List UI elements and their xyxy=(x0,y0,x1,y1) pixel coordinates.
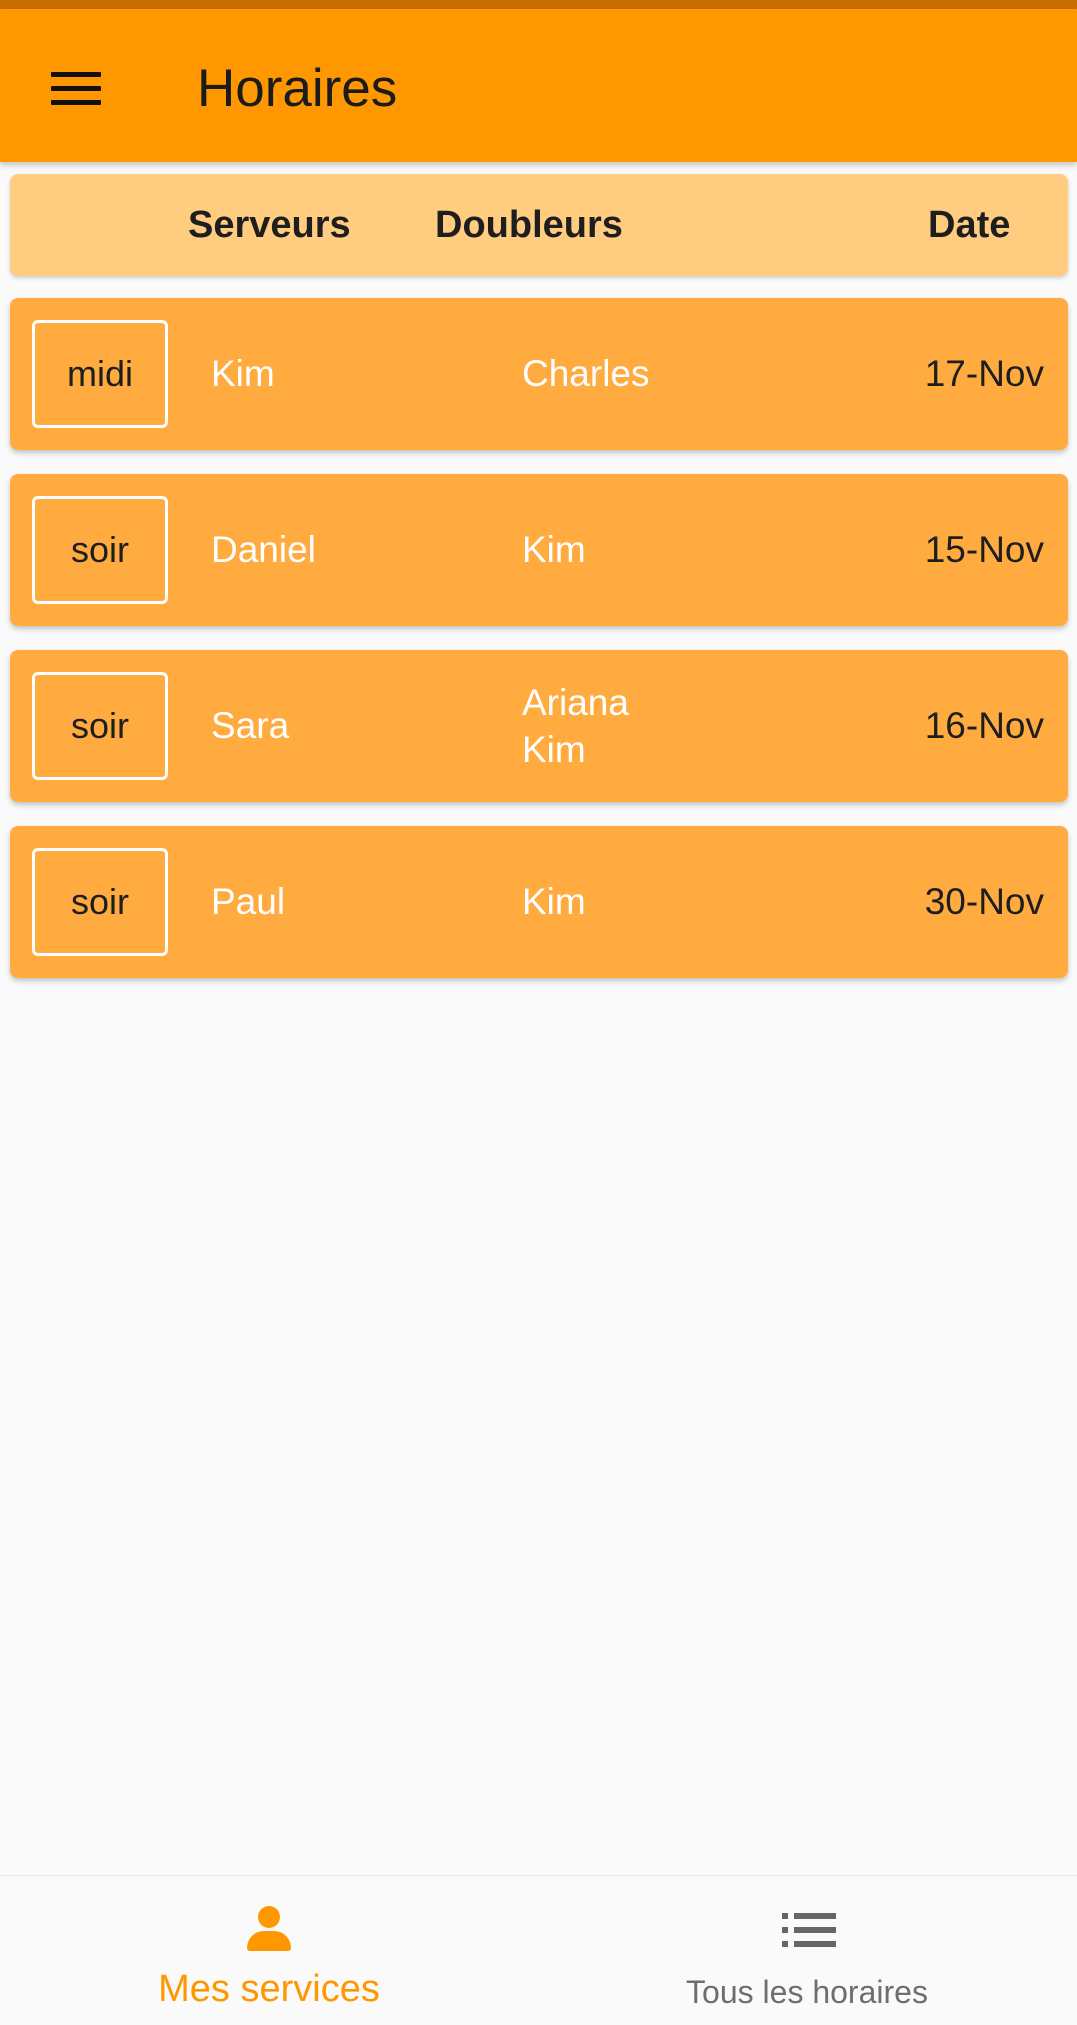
schedule-row[interactable]: soir Sara Ariana Kim 16-Nov xyxy=(10,650,1068,802)
column-header-servers: Serveurs xyxy=(188,204,351,246)
server-name: Kim xyxy=(211,353,275,394)
app-screen: Horaires Serveurs Doubleurs Date midi Ki… xyxy=(0,0,1077,2025)
shift-badge: soir xyxy=(32,496,168,604)
doubler-name: Kim xyxy=(522,881,586,922)
bottom-navigation: Mes services Tous les horaires xyxy=(0,1875,1077,2025)
shift-badge: soir xyxy=(32,672,168,780)
nav-tab-tous-les-horaires[interactable]: Tous les horaires xyxy=(538,1876,1076,2025)
shift-date: 17-Nov xyxy=(924,353,1044,394)
app-bar: Horaires xyxy=(0,9,1077,162)
schedule-row[interactable]: soir Paul Kim 30-Nov xyxy=(10,826,1068,978)
column-header-doublers: Doubleurs xyxy=(435,204,623,246)
nav-tab-mes-services[interactable]: Mes services xyxy=(0,1876,538,2025)
status-strip xyxy=(0,0,1077,9)
shift-date: 16-Nov xyxy=(924,705,1044,746)
shift-badge: soir xyxy=(32,848,168,956)
person-icon xyxy=(245,1906,293,1954)
doubler-name: Kim xyxy=(522,729,586,770)
doubler-name: Charles xyxy=(522,353,650,394)
nav-label: Mes services xyxy=(158,1968,380,2010)
schedule-row[interactable]: soir Daniel Kim 15-Nov xyxy=(10,474,1068,626)
page-title: Horaires xyxy=(197,59,398,118)
server-name: Daniel xyxy=(211,529,316,570)
shift-date: 30-Nov xyxy=(924,881,1044,922)
doubler-name: Ariana xyxy=(522,682,629,723)
hamburger-menu-icon xyxy=(51,72,101,106)
shift-badge: midi xyxy=(32,320,168,428)
server-name: Sara xyxy=(211,705,290,746)
column-header-date: Date xyxy=(928,204,1011,246)
shift-date: 15-Nov xyxy=(924,529,1044,570)
schedule-row[interactable]: midi Kim Charles 17-Nov xyxy=(10,298,1068,450)
server-name: Paul xyxy=(211,881,286,922)
doubler-name: Kim xyxy=(522,529,586,570)
table-header: Serveurs Doubleurs Date xyxy=(10,174,1068,276)
menu-button[interactable] xyxy=(36,49,116,129)
list-icon xyxy=(782,1913,836,1947)
nav-label: Tous les horaires xyxy=(686,1974,928,2010)
